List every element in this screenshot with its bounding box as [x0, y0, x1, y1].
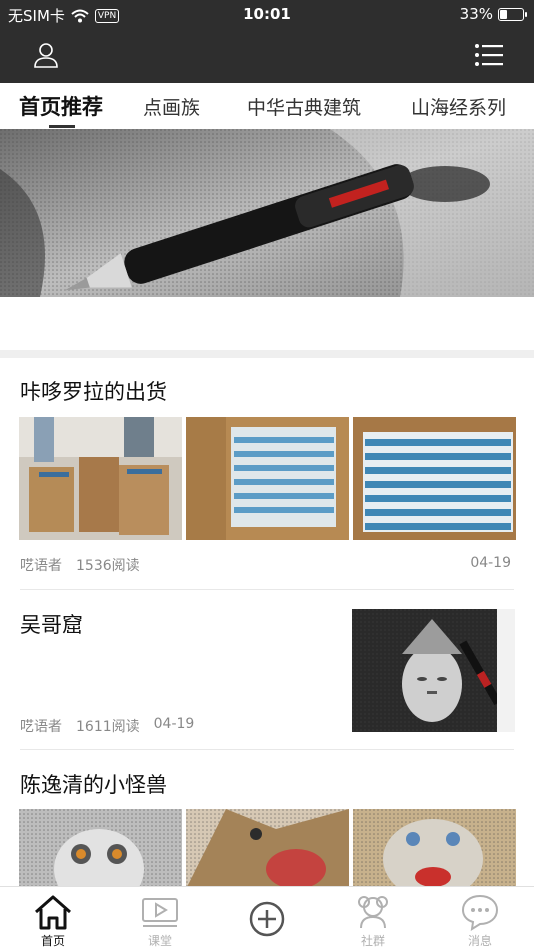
tab-dot-painting[interactable]: 点画族 [143, 93, 200, 120]
bottom-tab-bar: 首页 课堂 社群 消息 [0, 886, 534, 950]
community-icon [358, 896, 388, 929]
tab-messages-label: 消息 [467, 934, 492, 948]
battery-fill [500, 9, 507, 19]
tab-messages[interactable]: 消息 [427, 887, 533, 950]
video-icon [142, 898, 178, 927]
article-meta: 呓语者 1611阅读 04-19 [20, 716, 194, 736]
article-reads: 1536阅读 [76, 558, 140, 574]
section-separator [0, 350, 534, 358]
article-title[interactable]: 咔哆罗拉的出货 [20, 376, 167, 406]
article-meta: 呓语者 1536阅读 [20, 555, 140, 575]
tab-home-recommend[interactable]: 首页推荐 [19, 91, 103, 121]
list-menu-icon[interactable] [474, 43, 504, 67]
tab-home-label: 首页 [40, 934, 65, 948]
tab-classroom-label: 课堂 [147, 934, 172, 948]
article-reads: 1611阅读 [76, 719, 140, 735]
battery-icon [498, 7, 527, 21]
tab-classroom[interactable]: 课堂 [107, 887, 213, 950]
article-thumbnails[interactable] [19, 417, 516, 540]
tab-community[interactable]: 社群 [320, 887, 426, 950]
article-date: 04-19 [153, 716, 195, 732]
category-tabs: 首页推荐 点画族 中华古典建筑 山海经系列 [0, 83, 534, 129]
article-thumbnails[interactable] [19, 809, 516, 886]
thumbnail-image[interactable] [353, 417, 516, 540]
tab-home[interactable]: 首页 [0, 887, 106, 950]
article-divider [20, 749, 514, 750]
thumbnail-image[interactable] [19, 809, 182, 886]
active-tab-indicator [49, 125, 75, 128]
add-circle-icon [249, 901, 285, 937]
banner-artwork [0, 129, 534, 297]
tab-publish[interactable] [214, 887, 320, 950]
thumbnail-image[interactable] [353, 809, 516, 886]
article-divider [20, 589, 514, 590]
banner-image[interactable] [0, 129, 534, 297]
battery-percent: 33% [459, 5, 493, 23]
message-icon [461, 894, 499, 931]
article-title[interactable]: 陈逸清的小怪兽 [20, 769, 167, 799]
thumbnail-image[interactable] [186, 417, 349, 540]
status-bar: 无SIM卡 VPN 10:01 33% [0, 0, 534, 28]
article-author: 呓语者 [20, 719, 62, 735]
article-date: 04-19 [470, 555, 511, 571]
tab-classical-architecture[interactable]: 中华古典建筑 [247, 93, 361, 120]
thumbnail-image[interactable] [19, 417, 182, 540]
home-icon [35, 895, 71, 930]
status-time: 10:01 [243, 5, 291, 23]
user-icon[interactable] [32, 41, 60, 69]
article-author: 呓语者 [20, 558, 62, 574]
tab-shanhaijing[interactable]: 山海经系列 [411, 93, 506, 120]
thumbnail-image[interactable] [186, 809, 349, 886]
tab-community-label: 社群 [360, 934, 385, 948]
thumbnail-image[interactable] [352, 609, 515, 732]
article-title[interactable]: 吴哥窟 [20, 609, 83, 639]
status-right: 33% [459, 5, 527, 23]
top-nav-bar [0, 28, 534, 83]
